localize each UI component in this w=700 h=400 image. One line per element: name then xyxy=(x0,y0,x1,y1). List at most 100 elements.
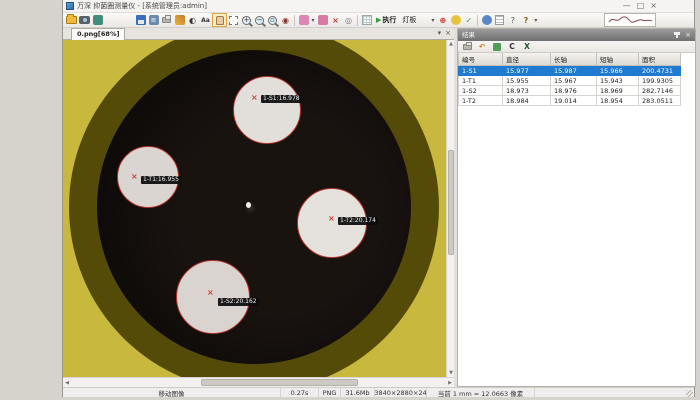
column-header-id[interactable]: 编号 xyxy=(459,53,503,66)
table-cell: 18.984 xyxy=(503,96,551,106)
users-icon[interactable] xyxy=(480,14,493,27)
zone-label: 1-T1:16.955 xyxy=(141,176,181,184)
table-row[interactable]: 1-S115.97715.98715.966200.4731 xyxy=(459,66,681,76)
report-icon[interactable]: ≡ xyxy=(147,14,160,27)
status-format: PNG xyxy=(319,388,341,397)
table-row[interactable]: 1-T115.95515.96715.943199.9305 xyxy=(459,76,681,86)
zoom-fit-icon[interactable]: ▫ xyxy=(266,14,279,27)
status-bar: 移动图像 0.27s PNG 31.6Mb 3840×2880×24 当前 1 … xyxy=(63,387,694,397)
pencil-icon[interactable] xyxy=(173,14,186,27)
print-results-icon[interactable] xyxy=(462,42,472,52)
color-pick-icon[interactable]: ◉ xyxy=(279,14,292,27)
undo-icon[interactable]: ↶ xyxy=(477,42,487,52)
print-icon[interactable] xyxy=(160,14,173,27)
status-calibration: 当前 1 mm = 12.0663 像素 xyxy=(427,388,535,397)
clear-measure-icon[interactable]: × xyxy=(329,14,342,27)
live-capture-icon[interactable] xyxy=(91,14,104,27)
status-filesize: 31.6Mb xyxy=(341,388,375,397)
table-cell: 15.943 xyxy=(597,76,639,86)
edit-record-icon[interactable] xyxy=(493,14,506,27)
tab-close-icon[interactable]: × xyxy=(445,29,451,37)
light-panel-button[interactable]: 灯板 xyxy=(399,15,419,25)
title-bar: 万深 抑菌圈测量仪 - [系统管理员:admin] — □ × xyxy=(63,0,694,13)
maximize-button[interactable]: □ xyxy=(637,1,645,11)
zone-label: 1-S2:20.162 xyxy=(218,298,259,306)
export-icon[interactable] xyxy=(492,42,502,52)
table-cell: 1-T2 xyxy=(459,96,503,106)
table-row[interactable]: 1-T218.98419.01418.954283.0511 xyxy=(459,96,681,106)
hand-pan-icon[interactable] xyxy=(212,13,227,27)
status-hint: 移动图像 xyxy=(63,388,281,397)
results-panel-header: 结果 × xyxy=(458,29,695,41)
document-tab-strip: 0.png[68%] ▾ × xyxy=(63,28,454,40)
table-cell: 200.4731 xyxy=(639,66,681,76)
table-cell: 282.7146 xyxy=(639,86,681,96)
hint-icon[interactable] xyxy=(449,14,462,27)
horizontal-scrollbar[interactable]: ◀ ▶ xyxy=(63,377,454,387)
table-cell: 15.967 xyxy=(551,76,597,86)
execute-button[interactable]: ▶ 执行 xyxy=(373,15,399,25)
table-cell: 1-S2 xyxy=(459,86,503,96)
results-table: 编号 直径 长轴 短轴 面积 1-S115.97715.98715.966200… xyxy=(458,53,681,106)
settings-icon[interactable]: ◎ xyxy=(342,14,355,27)
user-query-icon[interactable]: ? xyxy=(506,14,519,27)
dropdown-icon[interactable]: ▾ xyxy=(429,14,436,27)
pin-icon[interactable] xyxy=(676,32,678,38)
status-time: 0.27s xyxy=(281,388,319,397)
column-header-minor-axis[interactable]: 短轴 xyxy=(597,53,639,66)
open-folder-icon[interactable] xyxy=(65,14,78,27)
status-dimensions: 3840×2880×24 xyxy=(375,388,427,397)
measure-icon[interactable] xyxy=(297,14,310,27)
table-cell: 15.987 xyxy=(551,66,597,76)
zoom-in-icon[interactable]: + xyxy=(240,14,253,27)
resize-grip[interactable] xyxy=(686,390,693,397)
add-circle-icon[interactable]: ⊕ xyxy=(436,14,449,27)
zone-label: 1-S1:16.978 xyxy=(261,95,302,103)
copy-c-button[interactable]: C xyxy=(507,42,517,52)
tab-list-dropdown-icon[interactable]: ▾ xyxy=(438,29,442,37)
table-cell: 283.0511 xyxy=(639,96,681,106)
table-cell: 199.9305 xyxy=(639,76,681,86)
confirm-icon[interactable]: ✓ xyxy=(462,14,475,27)
window-title: 万深 抑菌圈测量仪 - [系统管理员:admin] xyxy=(77,1,623,11)
table-row[interactable]: 1-S218.97318.97618.969282.7146 xyxy=(459,86,681,96)
roi-select-icon[interactable] xyxy=(227,14,240,27)
zone-center-marker: × xyxy=(251,95,258,101)
light-reflection xyxy=(246,202,251,208)
inhibition-zone-1-s2 xyxy=(176,260,250,334)
column-header-major-axis[interactable]: 长轴 xyxy=(551,53,597,66)
excel-x-button[interactable]: X xyxy=(522,42,532,52)
desktop: 万深 抑菌圈测量仪 - [系统管理员:admin] — □ × ≡ ◐ Aa +… xyxy=(0,0,700,400)
zone-center-marker: × xyxy=(131,174,138,180)
results-toolbar: ↶ C X xyxy=(458,41,695,53)
image-canvas[interactable]: × × × × 1-S1:16.978 1-T1:16.955 1-T2:20.… xyxy=(63,40,446,377)
save-icon[interactable] xyxy=(134,14,147,27)
grid-panel-icon[interactable] xyxy=(360,14,373,27)
horizontal-scroll-thumb[interactable] xyxy=(201,379,358,386)
results-panel-title: 结果 xyxy=(462,29,676,41)
scroll-left-icon[interactable]: ◀ xyxy=(63,379,71,387)
results-panel: 结果 × ↶ C X 编号 直径 长轴 短轴 面积 1-S115.97715.9 xyxy=(457,28,696,387)
measure-alt-icon[interactable] xyxy=(316,14,329,27)
text-tool-icon[interactable]: Aa xyxy=(199,14,212,27)
minimize-button[interactable]: — xyxy=(623,1,631,11)
exposure-icon[interactable]: ◐ xyxy=(186,14,199,27)
table-cell: 1-S1 xyxy=(459,66,503,76)
column-header-area[interactable]: 面积 xyxy=(639,53,681,66)
brand-logo xyxy=(604,13,656,27)
zoom-out-icon[interactable]: − xyxy=(253,14,266,27)
results-table-body: 1-S115.97715.98715.966200.47311-T115.955… xyxy=(459,66,681,106)
vertical-scrollbar[interactable]: ▲ ▼ xyxy=(446,40,454,377)
panel-close-icon[interactable]: × xyxy=(685,31,691,39)
table-header-row: 编号 直径 长轴 短轴 面积 xyxy=(459,53,681,66)
scroll-right-icon[interactable]: ▶ xyxy=(446,379,454,387)
table-cell: 19.014 xyxy=(551,96,597,106)
column-header-diameter[interactable]: 直径 xyxy=(503,53,551,66)
camera-icon[interactable] xyxy=(78,14,91,27)
app-window: 万深 抑菌圈测量仪 - [系统管理员:admin] — □ × ≡ ◐ Aa +… xyxy=(62,0,695,397)
app-icon xyxy=(66,2,74,10)
help-icon[interactable]: ? xyxy=(519,14,532,27)
more-dropdown-icon[interactable]: ▾ xyxy=(532,14,539,27)
close-button[interactable]: × xyxy=(650,1,657,11)
tab-image[interactable]: 0.png[68%] xyxy=(71,28,125,40)
